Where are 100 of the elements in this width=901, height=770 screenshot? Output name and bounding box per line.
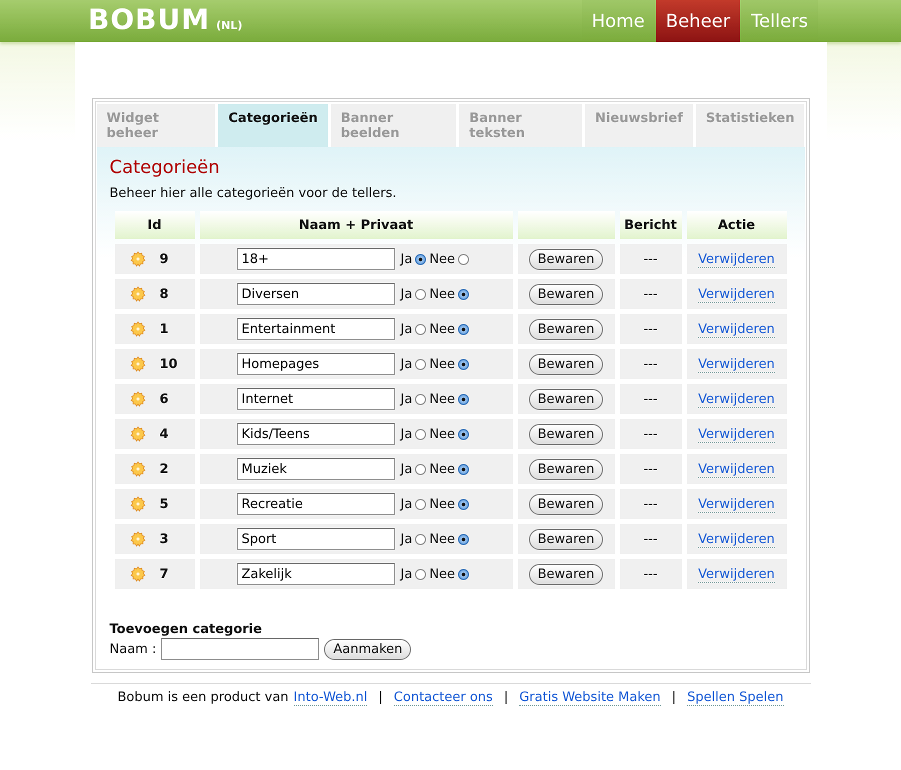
message-cell: --- [620,489,682,519]
id-number: 5 [160,496,169,512]
radio-button[interactable] [458,288,470,300]
save-button[interactable]: Bewaren [528,564,604,584]
message-cell: --- [620,349,682,379]
save-button[interactable]: Bewaren [528,528,604,550]
radio-button[interactable] [458,254,470,264]
radio-button[interactable] [458,394,470,404]
message-cell: --- [620,314,682,344]
radio-button[interactable] [415,254,426,264]
save-button[interactable]: Bewaren [528,458,604,480]
footer-text: Bobum is een product van [117,690,289,706]
section-heading: Categorieën [110,157,221,178]
radio-button[interactable] [415,288,426,300]
column-header: Actie [686,211,786,239]
gear-icon [130,391,146,407]
radio-label: Ja [400,566,412,582]
gear-icon [130,496,146,512]
footer-link[interactable]: Spellen Spelen [687,690,784,706]
gear-icon [130,566,146,582]
category-name-field[interactable]: Recreatie [236,493,394,515]
id-number: 3 [160,532,169,546]
separator: | [672,690,676,706]
gear-icon [130,426,146,442]
message-cell: --- [620,384,682,414]
radio-label: Ja [400,356,412,372]
radio-label: Ja [400,532,412,546]
radio-label: Ja [400,426,412,442]
column-header: Id [114,211,194,239]
category-name-field[interactable]: Diversen [236,283,394,305]
footer-link[interactable]: Into-Web.nl [294,690,368,706]
radio-button[interactable] [458,428,470,440]
radio-button[interactable] [415,428,426,440]
save-button[interactable]: Bewaren [528,284,604,304]
add-category-title: Toevoegen categorie [110,622,263,637]
radio-label: Ja [400,496,412,512]
category-name-field[interactable]: 18+ [236,248,394,270]
radio-button[interactable] [458,568,470,580]
radio-button[interactable] [415,358,426,370]
radio-label: Nee [429,426,456,442]
gear-icon [130,251,146,267]
id-number: 6 [160,392,169,406]
nav-tab[interactable]: Beheer [656,0,740,42]
radio-label: Nee [429,286,456,302]
category-name-field[interactable]: Internet [236,388,394,410]
logo-text: BOBUM [88,3,210,36]
logo-suffix: (NL) [216,19,242,32]
category-name-field[interactable]: Muziek [236,458,394,480]
save-button[interactable]: Bewaren [528,248,604,270]
column-header: Naam + Privaat [200,211,512,239]
radio-label: Ja [400,322,412,336]
radio-label: Nee [429,392,456,406]
footer-link[interactable]: Gratis Website Maken [519,690,661,706]
id-number: 8 [160,286,169,302]
id-number: 2 [160,462,169,476]
radio-label: Ja [400,392,412,406]
footer-link[interactable]: Contacteer ons [394,690,493,706]
radio-button[interactable] [415,464,426,474]
radio-label: Nee [429,252,456,266]
category-name-field[interactable]: Zakelijk [236,563,394,585]
message-cell: --- [620,559,682,589]
section-tab[interactable]: Categorieën [218,104,328,147]
radio-button[interactable] [415,534,426,544]
intro-text: Beheer hier alle categorieën voor de tellers. [110,186,398,201]
category-name-field[interactable]: Kids/Teens [236,423,394,445]
save-button[interactable]: Bewaren [528,388,604,410]
id-number: 4 [160,426,169,442]
message-cell: --- [620,419,682,449]
save-button[interactable]: Bewaren [528,318,604,340]
radio-label: Nee [429,532,456,546]
radio-label: Ja [400,286,412,302]
radio-label: Nee [429,462,456,476]
new-category-field[interactable] [161,638,320,660]
radio-label: Ja [400,462,412,476]
gear-icon [130,461,146,477]
save-button[interactable]: Bewaren [528,424,604,444]
radio-button[interactable] [458,534,470,544]
create-button[interactable]: Aanmaken [324,638,412,660]
save-button[interactable]: Bewaren [528,354,604,374]
name-label: Naam : [110,642,156,656]
message-cell: --- [620,244,682,274]
save-button[interactable]: Bewaren [528,494,604,514]
radio-button[interactable] [415,498,426,510]
category-name-field[interactable]: Sport [236,528,394,550]
radio-button[interactable] [415,568,426,580]
radio-button[interactable] [415,324,426,334]
radio-label: Ja [400,252,412,266]
radio-button[interactable] [458,464,470,474]
id-number: 7 [160,566,169,582]
category-name-field[interactable]: Entertainment [236,318,394,340]
radio-button[interactable] [458,324,470,334]
message-cell: --- [620,279,682,309]
message-cell: --- [620,524,682,554]
radio-button[interactable] [458,498,470,510]
radio-button[interactable] [458,358,470,370]
id-number: 1 [160,322,169,336]
message-cell: --- [620,454,682,484]
category-name-field[interactable]: Homepages [236,353,394,375]
radio-button[interactable] [415,394,426,404]
id-number: 9 [160,252,169,266]
